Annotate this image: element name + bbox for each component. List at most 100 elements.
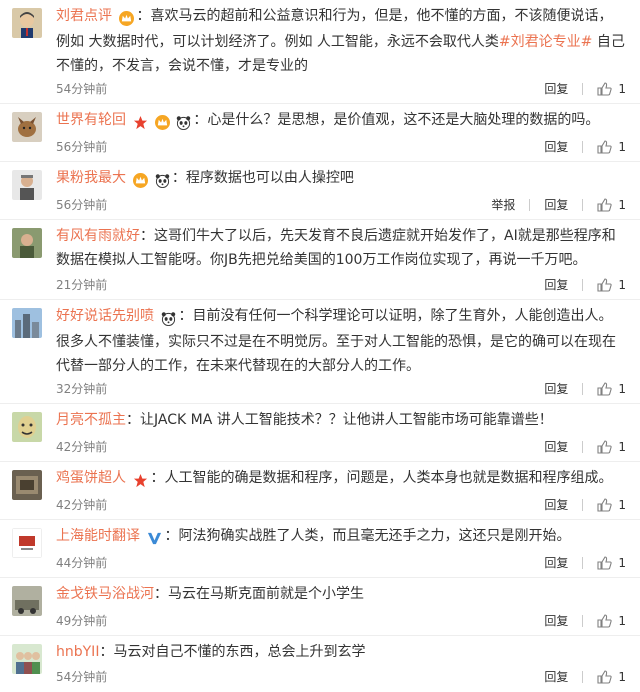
comment-time: 42分钟前 [56,440,108,454]
username-link[interactable]: 好好说话先别喷 [56,308,154,324]
comment-time: 49分钟前 [56,614,108,628]
panda-icon [155,173,170,188]
reply-button[interactable]: 回复 [544,554,568,571]
username-link[interactable]: 世界有轮回 [56,112,126,128]
username-link[interactable]: 上海能时翻译 [56,528,140,544]
topic-link[interactable]: #刘君论专业# [499,34,592,50]
avatar[interactable] [12,112,42,142]
thumbs-up-icon [597,277,613,292]
thumbs-up-icon [597,669,613,684]
thumbs-up-icon [597,197,613,212]
username-link[interactable]: 鸡蛋饼超人 [56,470,126,486]
avatar[interactable] [12,170,42,200]
avatar[interactable] [12,228,42,258]
comment-item: 有风有雨就好：这哥们牛大了以后，先天发育不良后遗症就开始发作了，AI就是那些程序… [0,220,640,300]
comment-text: 人工智能的确是数据和程序，问题是，人类本身也就是数据和程序组成。 [164,470,613,486]
comment-text: 心是什么？是思想，是价值观，这不还是大脑处理的数据的吗。 [207,112,600,128]
like-button[interactable]: 1 [597,440,626,454]
comment-item: 果粉我最大 ：程序数据也可以由人操控吧 56分钟前 举报 回复 1 [0,162,640,220]
username-link[interactable]: 果粉我最大 [56,170,126,186]
comment-body: hnbYII：马云对自己不懂的东西，总会上升到玄学 [56,644,366,660]
like-button[interactable]: 1 [597,278,626,292]
panda-icon [177,115,191,130]
action-divider [582,440,584,453]
star-icon [134,473,148,487]
comment-time: 44分钟前 [56,556,108,570]
action-divider [582,670,584,683]
comment-body: 金戈铁马浴战河：马云在马斯克面前就是个小学生 [56,586,364,602]
username-link[interactable]: hnbYII [56,644,99,660]
like-button[interactable]: 1 [597,198,626,212]
reply-button[interactable]: 回复 [544,496,568,513]
reply-button[interactable]: 回复 [544,380,568,397]
avatar[interactable] [12,644,42,674]
avatar[interactable] [12,412,42,442]
comment-time: 56分钟前 [56,198,108,212]
report-button[interactable]: 举报 [491,196,515,213]
username-link[interactable]: 月亮不孤主 [56,412,126,428]
username-link[interactable]: 刘君点评 [56,8,112,24]
thumbs-up-icon [597,381,613,396]
action-divider [582,82,584,95]
comment-item: hnbYII：马云对自己不懂的东西，总会上升到玄学 54分钟前 回复 1 [0,636,640,692]
like-button[interactable]: 1 [597,82,626,96]
action-divider [582,140,584,153]
reply-button[interactable]: 回复 [544,80,568,97]
avatar[interactable] [12,528,42,558]
avatar[interactable] [12,308,42,338]
avatar[interactable] [12,470,42,500]
like-button[interactable]: 1 [597,556,626,570]
like-button[interactable]: 1 [597,670,626,684]
username-link[interactable]: 有风有雨就好 [56,228,140,244]
comment-time: 54分钟前 [56,670,108,684]
action-divider [582,556,584,569]
comment-time: 54分钟前 [56,82,108,96]
like-button[interactable]: 1 [597,140,626,154]
reply-button[interactable]: 回复 [544,438,568,455]
like-count: 1 [618,139,626,154]
thumbs-up-icon [597,439,613,454]
comment-item: 刘君点评 ：喜欢马云的超前和公益意识和行为，但是，他不懂的方面，不该随便说话，例… [0,0,640,104]
action-divider [582,498,584,511]
comment-text: 马云在马斯克面前就是个小学生 [168,586,364,602]
star-icon [134,115,148,129]
panda-icon [162,311,176,326]
comment-body: 好好说话先别喷 ：目前没有任何一个科学理论可以证明，除了生育外，人能创造出人。很… [56,308,616,374]
action-divider [582,614,584,627]
comment-list: 刘君点评 ：喜欢马云的超前和公益意识和行为，但是，他不懂的方面，不该随便说话，例… [0,0,640,692]
like-button[interactable]: 1 [597,382,626,396]
avatar[interactable] [12,586,42,616]
like-count: 1 [618,613,626,628]
comment-body: 世界有轮回 ：心是什么？是思想，是价值观，这不还是大脑处理的数据的吗。 [56,112,600,130]
comment-body: 有风有雨就好：这哥们牛大了以后，先天发育不良后遗症就开始发作了，AI就是那些程序… [56,228,616,268]
reply-button[interactable]: 回复 [544,138,568,155]
vip-crown-icon [133,172,149,188]
reply-button[interactable]: 回复 [544,668,568,685]
username-link[interactable]: 金戈铁马浴战河 [56,586,154,602]
like-button[interactable]: 1 [597,614,626,628]
like-count: 1 [618,497,626,512]
action-divider [582,278,584,291]
comment-text: 阿法狗确实战胜了人类，而且毫无还手之力，这还只是刚开始。 [178,528,571,544]
comment-body: 果粉我最大 ：程序数据也可以由人操控吧 [56,170,354,188]
reply-button[interactable]: 回复 [544,612,568,629]
like-count: 1 [618,81,626,96]
comment-item: 月亮不孤主：让JACK MA 讲人工智能技术？？让他讲人工智能市场可能靠谱些！ … [0,404,640,462]
like-count: 1 [618,669,626,684]
thumbs-up-icon [597,81,613,96]
vip-crown-icon [154,114,170,130]
verified-v-icon [148,532,162,544]
thumbs-up-icon [597,497,613,512]
comment-item: 金戈铁马浴战河：马云在马斯克面前就是个小学生 49分钟前 回复 1 [0,578,640,636]
vip-crown-icon [119,10,135,26]
like-count: 1 [618,277,626,292]
comment-time: 21分钟前 [56,278,108,292]
comment-item: 世界有轮回 ：心是什么？是思想，是价值观，这不还是大脑处理的数据的吗。 56分钟… [0,104,640,162]
like-count: 1 [618,439,626,454]
reply-button[interactable]: 回复 [544,276,568,293]
reply-button[interactable]: 回复 [544,196,568,213]
thumbs-up-icon [597,555,613,570]
like-button[interactable]: 1 [597,498,626,512]
avatar[interactable] [12,8,42,38]
like-count: 1 [618,555,626,570]
